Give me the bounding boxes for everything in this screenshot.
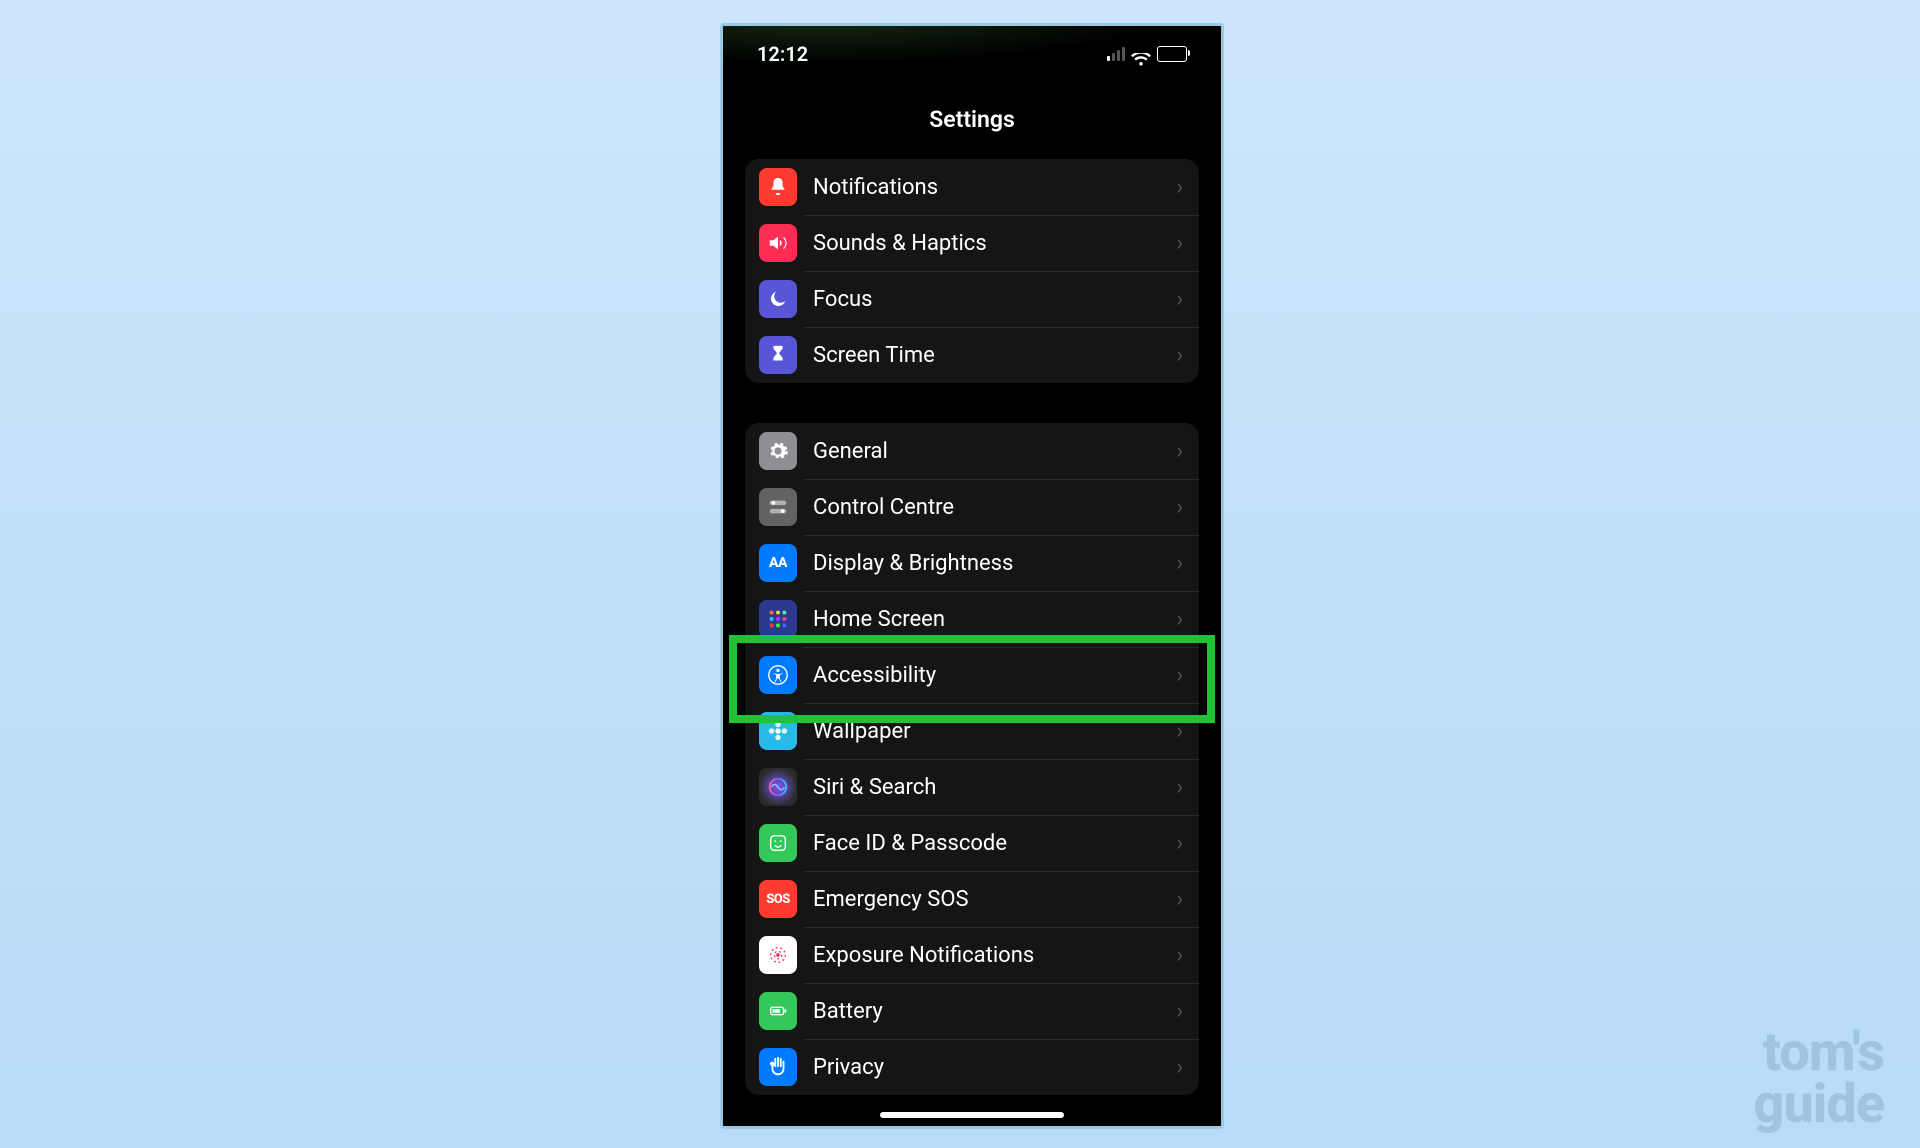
- chevron-right-icon: ›: [1176, 887, 1183, 912]
- settings-row-accessibility[interactable]: Accessibility ›: [745, 647, 1199, 703]
- chevron-right-icon: ›: [1176, 1055, 1183, 1080]
- phone-frame: 12:12 Settings Notifications›Sounds & Ha…: [720, 23, 1224, 1129]
- chevron-right-icon: ›: [1176, 999, 1183, 1024]
- chevron-right-icon: ›: [1176, 663, 1183, 688]
- chevron-right-icon: ›: [1176, 719, 1183, 744]
- settings-row-sounds-haptics[interactable]: Sounds & Haptics ›: [745, 215, 1199, 271]
- phone-screen: 12:12 Settings Notifications›Sounds & Ha…: [723, 26, 1221, 1126]
- home-indicator[interactable]: [880, 1112, 1064, 1118]
- settings-row-exposure[interactable]: Exposure Notifications ›: [745, 927, 1199, 983]
- settings-row-face-id[interactable]: Face ID & Passcode ›: [745, 815, 1199, 871]
- settings-row-general[interactable]: General ›: [745, 423, 1199, 479]
- home-screen-icon: [759, 600, 797, 638]
- settings-group: Notifications›Sounds & Haptics›Focus›Scr…: [745, 159, 1199, 383]
- settings-row-screen-time[interactable]: Screen Time ›: [745, 327, 1199, 383]
- siri-search-icon: [759, 768, 797, 806]
- settings-row-home-screen[interactable]: Home Screen ›: [745, 591, 1199, 647]
- chevron-right-icon: ›: [1176, 943, 1183, 968]
- watermark-line1: tom's: [1753, 1027, 1884, 1078]
- scroll-area[interactable]: Settings Notifications › Sounds & Haptics ›…: [723, 72, 1221, 1126]
- page-title: Settings: [723, 72, 1221, 159]
- privacy-icon: [759, 1048, 797, 1086]
- settings-row-privacy[interactable]: Privacy ›: [745, 1039, 1199, 1095]
- row-label: Notifications: [813, 175, 1168, 200]
- row-label: Exposure Notifications: [813, 943, 1168, 968]
- status-time: 12:12: [757, 42, 808, 66]
- exposure-icon: [759, 936, 797, 974]
- chevron-right-icon: ›: [1176, 831, 1183, 856]
- settings-row-siri-search[interactable]: Siri & Search ›: [745, 759, 1199, 815]
- row-label: Battery: [813, 999, 1168, 1024]
- settings-list: Notifications›Sounds & Haptics›Focus›Scr…: [723, 159, 1221, 1095]
- battery-icon: [759, 992, 797, 1030]
- row-label: Home Screen: [813, 607, 1168, 632]
- settings-row-control-centre[interactable]: Control Centre ›: [745, 479, 1199, 535]
- chevron-right-icon: ›: [1176, 607, 1183, 632]
- row-label: General: [813, 439, 1168, 464]
- row-label: Accessibility: [813, 663, 1168, 688]
- row-label: Screen Time: [813, 343, 1168, 368]
- row-label: Emergency SOS: [813, 887, 1168, 912]
- emergency-sos-icon: SOS: [759, 880, 797, 918]
- chevron-right-icon: ›: [1176, 775, 1183, 800]
- general-icon: [759, 432, 797, 470]
- status-bar: 12:12: [723, 26, 1221, 72]
- chevron-right-icon: ›: [1176, 495, 1183, 520]
- settings-group: General › Control Centre › AA Display & Brigh…: [745, 423, 1199, 1095]
- wallpaper-icon: [759, 712, 797, 750]
- cellular-signal-icon: [1107, 47, 1125, 61]
- row-label: Focus: [813, 287, 1168, 312]
- settings-row-notifications[interactable]: Notifications ›: [745, 159, 1199, 215]
- control-centre-icon: [759, 488, 797, 526]
- focus-icon: [759, 280, 797, 318]
- watermark-logo: tom's guide: [1753, 1027, 1884, 1130]
- chevron-right-icon: ›: [1176, 343, 1183, 368]
- status-right: [1107, 46, 1187, 62]
- accessibility-icon: [759, 656, 797, 694]
- row-label: Face ID & Passcode: [813, 831, 1168, 856]
- chevron-right-icon: ›: [1176, 287, 1183, 312]
- wifi-icon: [1131, 47, 1151, 61]
- settings-row-wallpaper[interactable]: Wallpaper ›: [745, 703, 1199, 759]
- sounds-haptics-icon: [759, 224, 797, 262]
- row-label: Display & Brightness: [813, 551, 1168, 576]
- screen-time-icon: [759, 336, 797, 374]
- row-label: Wallpaper: [813, 719, 1168, 744]
- chevron-right-icon: ›: [1176, 551, 1183, 576]
- settings-row-battery[interactable]: Battery ›: [745, 983, 1199, 1039]
- chevron-right-icon: ›: [1176, 231, 1183, 256]
- row-label: Sounds & Haptics: [813, 231, 1168, 256]
- settings-row-display[interactable]: AA Display & Brightness ›: [745, 535, 1199, 591]
- settings-row-emergency-sos[interactable]: SOS Emergency SOS ›: [745, 871, 1199, 927]
- row-label: Siri & Search: [813, 775, 1168, 800]
- row-label: Privacy: [813, 1055, 1168, 1080]
- watermark-line2: guide: [1753, 1079, 1884, 1130]
- battery-icon: [1157, 46, 1187, 62]
- row-label: Control Centre: [813, 495, 1168, 520]
- chevron-right-icon: ›: [1176, 175, 1183, 200]
- chevron-right-icon: ›: [1176, 439, 1183, 464]
- display-icon: AA: [759, 544, 797, 582]
- notifications-icon: [759, 168, 797, 206]
- settings-row-focus[interactable]: Focus ›: [745, 271, 1199, 327]
- face-id-icon: [759, 824, 797, 862]
